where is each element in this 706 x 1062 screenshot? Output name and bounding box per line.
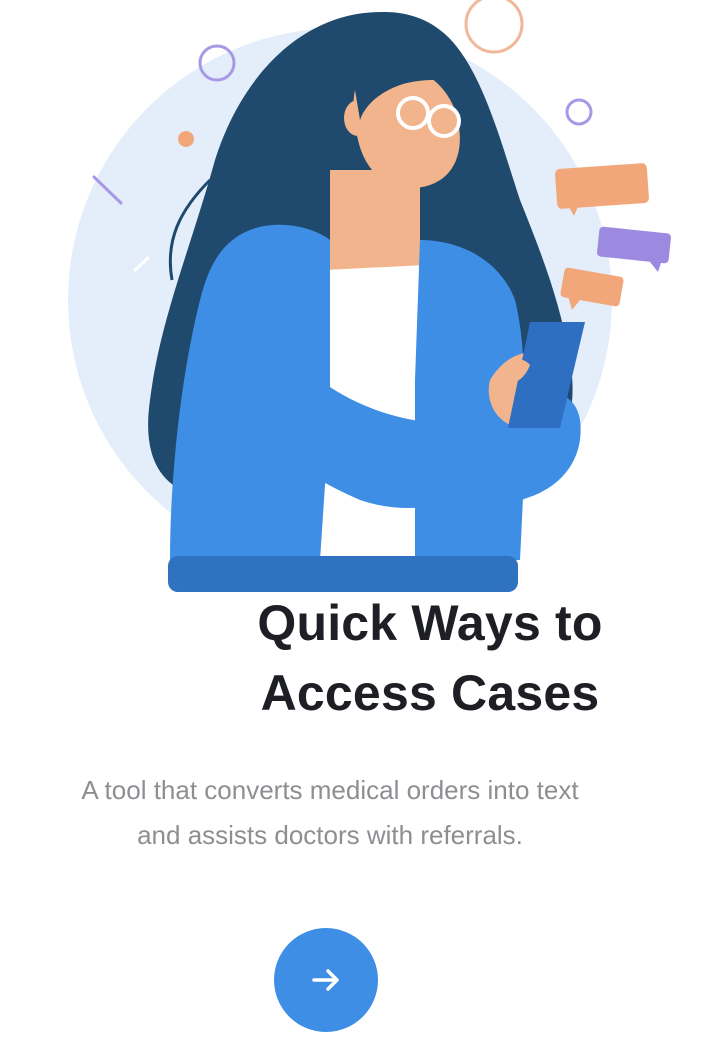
arrow-right-icon [308, 962, 344, 998]
title-line-1: Quick Ways to [257, 595, 603, 651]
decor-ring-orange [464, 0, 524, 54]
jacket-hem [168, 556, 518, 592]
woman-with-phone-illustration [68, 0, 671, 592]
next-button[interactable] [274, 928, 378, 1032]
page-title: Quick Ways to Access Cases [220, 588, 640, 728]
title-line-2: Access Cases [260, 665, 600, 721]
decor-ring-purple-small [565, 98, 593, 126]
decor-dot-orange [178, 131, 194, 147]
description-text: A tool that converts medical orders into… [81, 775, 579, 850]
chat-bubble-orange-icon [555, 163, 649, 216]
